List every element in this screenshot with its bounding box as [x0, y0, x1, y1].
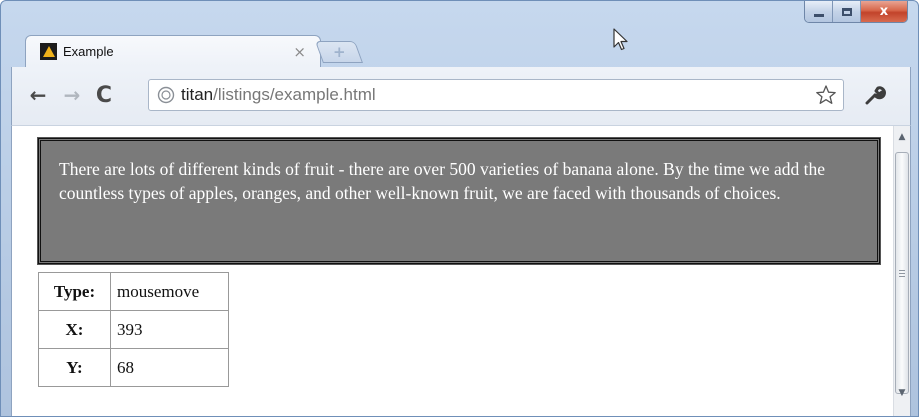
minimize-icon: [813, 14, 824, 17]
scroll-down-icon[interactable]: ▼: [894, 384, 910, 401]
scroll-thumb[interactable]: [895, 152, 909, 394]
fruit-paragraph: There are lots of different kinds of fru…: [37, 137, 881, 265]
page-viewport: There are lots of different kinds of fru…: [11, 125, 911, 416]
browser-window: x Example × + ← → C titan/listings/examp…: [0, 0, 919, 417]
reload-button[interactable]: C: [92, 83, 116, 108]
table-row: X: 393: [38, 310, 229, 349]
x-value: 393: [110, 310, 229, 349]
table-row: Y: 68: [38, 348, 229, 387]
y-value: 68: [110, 348, 229, 387]
table-row: Type: mousemove: [38, 272, 229, 311]
back-button[interactable]: ←: [26, 83, 50, 107]
toolbar: ← → C titan/listings/example.html: [11, 67, 911, 125]
grip-icon: [899, 269, 905, 277]
plus-icon: +: [332, 43, 346, 61]
type-value: mousemove: [110, 272, 229, 311]
event-table: Type: mousemove X: 393 Y: 68: [38, 272, 229, 387]
scroll-up-icon[interactable]: ▲: [894, 128, 910, 145]
tab-title: Example: [63, 44, 114, 59]
mouse-cursor-icon: [613, 28, 628, 51]
maximize-icon: [841, 7, 852, 16]
close-icon: x: [879, 4, 889, 19]
globe-icon: [157, 86, 175, 104]
new-tab-button[interactable]: +: [314, 41, 364, 63]
forward-button[interactable]: →: [60, 83, 84, 107]
type-label: Type:: [38, 272, 111, 311]
bookmark-star-icon[interactable]: [815, 84, 837, 106]
tab-close-icon[interactable]: ×: [293, 43, 306, 61]
close-window-button[interactable]: x: [861, 1, 907, 22]
minimize-button[interactable]: [805, 1, 833, 22]
vertical-scrollbar[interactable]: ▲ ▼: [893, 126, 910, 416]
url-host: titan: [181, 85, 214, 104]
address-bar[interactable]: titan/listings/example.html: [148, 79, 844, 111]
url-path: /listings/example.html: [213, 85, 376, 104]
caption-buttons: x: [804, 1, 908, 23]
y-label: Y:: [38, 348, 111, 387]
maximize-button[interactable]: [833, 1, 861, 22]
x-label: X:: [38, 310, 111, 349]
wrench-icon[interactable]: [862, 84, 886, 108]
favicon-icon: [40, 43, 57, 60]
tab-example[interactable]: Example ×: [25, 35, 321, 67]
